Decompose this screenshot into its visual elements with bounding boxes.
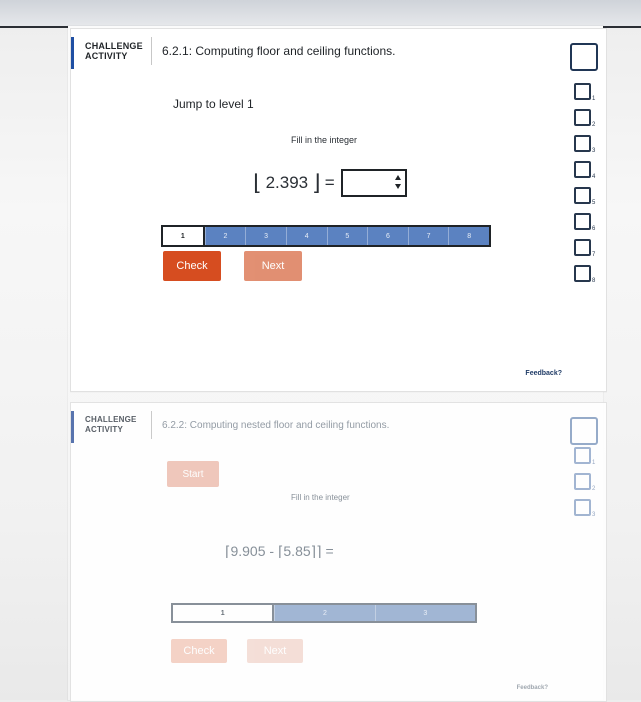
- nested-expression-text: ⌈9.905 - ⌈5.85⌉⌉ =: [225, 543, 334, 559]
- progress-segment: 3: [374, 605, 475, 621]
- instruction-text: Fill in the integer: [291, 135, 358, 145]
- progress-segment: 6: [367, 227, 408, 245]
- level-box-icon: [574, 473, 591, 490]
- level-number: 3: [592, 148, 596, 154]
- level-item-1[interactable]: 1: [574, 447, 596, 473]
- floor-value: 2.393: [265, 173, 309, 192]
- activity-header: CHALLENGE ACTIVITY 6.2.1: Computing floo…: [71, 29, 606, 73]
- feedback-link[interactable]: Feedback?: [517, 685, 548, 691]
- progress-segment: 2: [204, 227, 246, 245]
- level-item-3[interactable]: 3: [574, 135, 596, 161]
- level-item-8[interactable]: 8: [574, 265, 596, 291]
- activity-title: 6.2.1: Computing floor and ceiling funct…: [162, 44, 396, 58]
- level-box-icon: [574, 239, 591, 256]
- level-item-5[interactable]: 5: [574, 187, 596, 213]
- level-item-6[interactable]: 6: [574, 213, 596, 239]
- spinner-icon[interactable]: [395, 175, 402, 189]
- level-number: 2: [592, 486, 596, 492]
- answer-input[interactable]: [342, 171, 401, 191]
- next-button[interactable]: Next: [244, 251, 302, 281]
- level-number: 4: [592, 174, 596, 180]
- level-item-7[interactable]: 7: [574, 239, 596, 265]
- progress-segment: 3: [245, 227, 286, 245]
- equals-sign: =: [324, 173, 335, 192]
- spinner-down-icon[interactable]: [395, 184, 402, 189]
- level-box-icon: [574, 135, 591, 152]
- level-number: 8: [592, 278, 596, 284]
- activity-title: 6.2.2: Computing nested floor and ceilin…: [162, 419, 390, 431]
- levels-column: 1 2 3 4 5 6 7 8: [574, 83, 596, 291]
- level-box-icon: [574, 265, 591, 282]
- progress-segment: 8: [448, 227, 489, 245]
- levels-column: 1 2 3: [574, 447, 596, 525]
- collapse-toggle-icon[interactable]: [570, 43, 598, 71]
- nested-expression: ⌈9.905 - ⌈5.85⌉⌉ =: [225, 543, 334, 560]
- level-number: 1: [592, 96, 596, 102]
- activity-tag: CHALLENGE ACTIVITY: [85, 37, 152, 65]
- level-item-2[interactable]: 2: [574, 473, 596, 499]
- progress-segment: 7: [407, 227, 449, 245]
- start-button[interactable]: Start: [167, 461, 219, 487]
- level-number: 7: [592, 252, 596, 258]
- next-button[interactable]: Next: [247, 639, 303, 663]
- progress-segment: 1: [173, 605, 275, 621]
- floor-expression: ⌊ 2.393 ⌋ =: [253, 169, 407, 197]
- level-progress-bar: 1 2 3: [171, 603, 477, 623]
- floor-right-bracket: ⌋: [312, 170, 321, 195]
- level-box-icon: [574, 499, 591, 516]
- level-progress-bar: 1 2 3 4 5 6 7 8: [161, 225, 491, 247]
- level-item-3[interactable]: 3: [574, 499, 596, 525]
- tag-line-1: CHALLENGE: [85, 41, 143, 51]
- level-item-2[interactable]: 2: [574, 109, 596, 135]
- spinner-up-icon[interactable]: [395, 175, 402, 180]
- tag-line-2: ACTIVITY: [85, 51, 128, 61]
- level-box-icon: [574, 83, 591, 100]
- challenge-activity-6-2-2: CHALLENGE ACTIVITY 6.2.2: Computing nest…: [70, 402, 607, 702]
- header-accent-rail: [71, 411, 74, 443]
- feedback-link[interactable]: Feedback?: [525, 370, 562, 377]
- progress-segment: 1: [163, 227, 205, 245]
- level-number: 6: [592, 226, 596, 232]
- answer-input-wrapper[interactable]: [340, 169, 407, 197]
- browser-top-bar: [0, 0, 641, 28]
- level-item-1[interactable]: 1: [574, 83, 596, 109]
- level-box-icon: [574, 447, 591, 464]
- activity-tag: CHALLENGE ACTIVITY: [85, 411, 152, 439]
- level-number: 5: [592, 200, 596, 206]
- activity-header: CHALLENGE ACTIVITY 6.2.2: Computing nest…: [71, 403, 606, 447]
- level-number: 1: [592, 460, 596, 466]
- challenge-activity-6-2-1: CHALLENGE ACTIVITY 6.2.1: Computing floo…: [70, 28, 607, 392]
- collapse-toggle-icon[interactable]: [570, 417, 598, 445]
- check-button[interactable]: Check: [171, 639, 227, 663]
- instruction-text: Fill in the integer: [291, 493, 350, 502]
- progress-segment: 4: [285, 227, 327, 245]
- tag-line-2: ACTIVITY: [85, 425, 124, 434]
- tag-line-1: CHALLENGE: [85, 415, 137, 424]
- level-box-icon: [574, 109, 591, 126]
- level-box-icon: [574, 187, 591, 204]
- header-accent-rail: [71, 37, 74, 69]
- level-box-icon: [574, 161, 591, 178]
- jump-to-level[interactable]: Jump to level 1: [173, 97, 254, 111]
- progress-segment: 2: [274, 605, 374, 621]
- level-item-4[interactable]: 4: [574, 161, 596, 187]
- progress-segment: 5: [326, 227, 368, 245]
- check-button[interactable]: Check: [163, 251, 221, 281]
- level-number: 3: [592, 512, 596, 518]
- level-number: 2: [592, 122, 596, 128]
- floor-left-bracket: ⌊: [253, 170, 262, 195]
- level-box-icon: [574, 213, 591, 230]
